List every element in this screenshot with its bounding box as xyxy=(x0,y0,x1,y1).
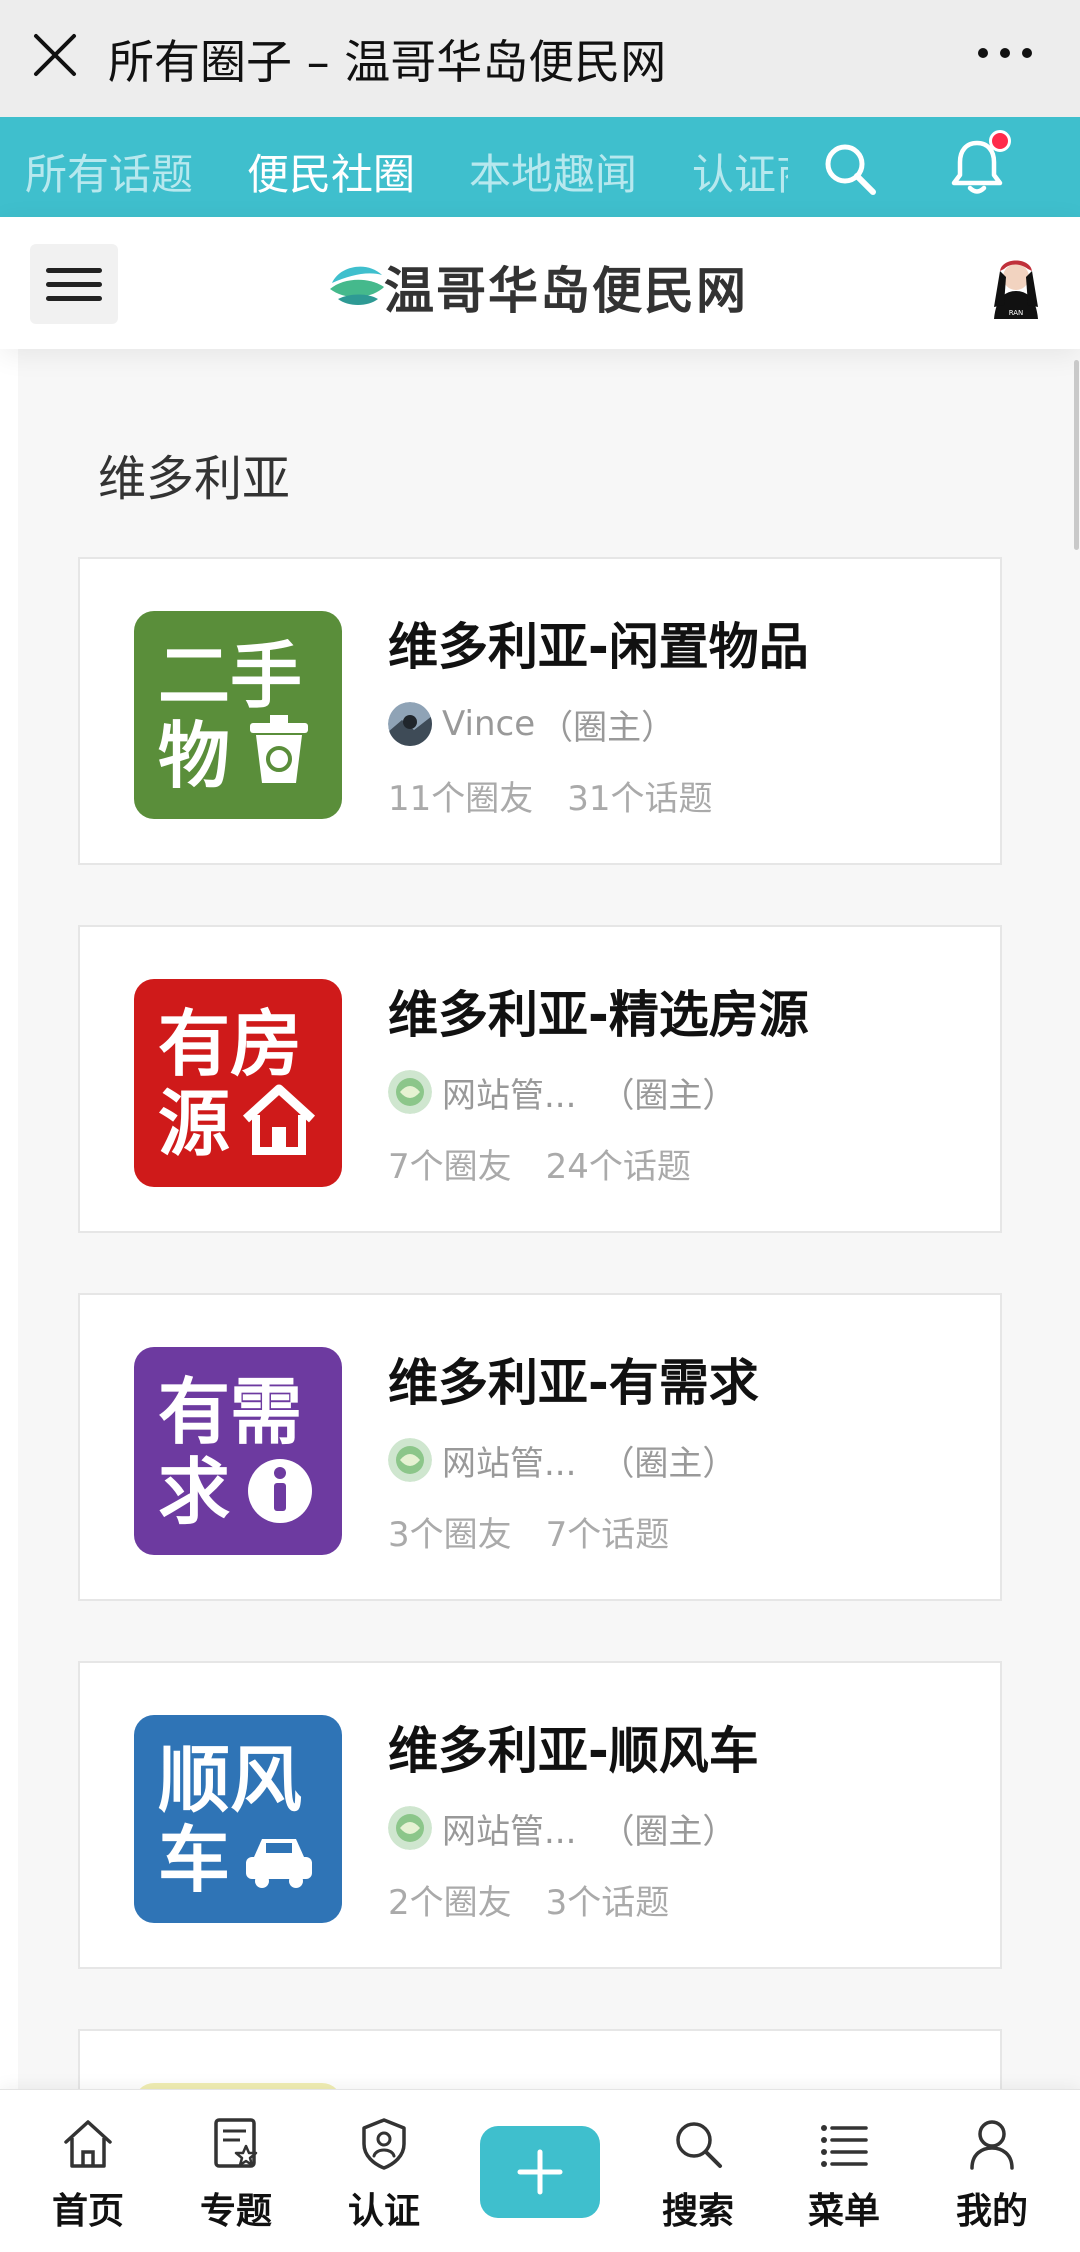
site-logo-text[interactable]: 温哥华岛便民网 xyxy=(384,251,748,323)
topic-icon xyxy=(214,2118,258,2168)
nav-label: 首页 xyxy=(51,2191,124,2232)
svg-text:求: 求 xyxy=(158,1450,230,1534)
topic-count: 24个话题 xyxy=(545,1147,691,1187)
circle-stats: 2个圈友 3个话题 xyxy=(388,1875,669,1924)
nav-menu[interactable]: 菜单 xyxy=(784,2116,904,2236)
circle-icon: 有需 求 xyxy=(134,1347,342,1555)
tab-community[interactable]: 便民社圈 xyxy=(247,141,415,202)
circle-title[interactable]: 维多利亚-精选房源 xyxy=(388,975,809,1047)
owner-role: （圈主） xyxy=(600,1811,737,1852)
circle-card[interactable]: 有房 源 维多利亚-精选房源 网站管... （圈主） 7个圈友 24个话题 xyxy=(78,925,1002,1233)
nav-profile[interactable]: 我的 xyxy=(932,2116,1052,2236)
circle-stats: 7个圈友 24个话题 xyxy=(388,1139,691,1188)
nav-label: 专题 xyxy=(199,2191,272,2232)
menu-icon xyxy=(821,2125,868,2167)
owner-avatar xyxy=(388,1438,432,1482)
svg-text:物: 物 xyxy=(158,714,230,798)
search-icon[interactable] xyxy=(820,139,880,199)
circle-icon: 有房 源 xyxy=(134,979,342,1187)
owner-avatar xyxy=(388,1806,432,1850)
owner-role: （圈主） xyxy=(600,1443,737,1484)
circle-icon: 顺风 车 xyxy=(134,1715,342,1923)
category-tabs: 所有话题 便民社圈 本地趣闻 认证商家 xyxy=(0,117,1080,217)
member-count: 2个圈友 xyxy=(388,1883,512,1923)
circle-stats: 11个圈友 31个话题 xyxy=(388,771,713,820)
tab-all-topics[interactable]: 所有话题 xyxy=(25,141,193,202)
owner-role: （圈主） xyxy=(539,707,676,748)
nav-label: 菜单 xyxy=(807,2191,880,2232)
wechat-top-bar: 所有圈子 – 温哥华岛便民网 xyxy=(0,0,1080,117)
circle-icon: 二手 物 xyxy=(134,611,342,819)
notification-dot xyxy=(989,130,1011,152)
circle-card[interactable]: 有需 求 维多利亚-有需求 网站管... （圈主） 3个圈友 7个话题 xyxy=(78,1293,1002,1601)
nav-label: 搜索 xyxy=(661,2191,734,2232)
info-icon xyxy=(248,1459,312,1523)
owner-avatar xyxy=(388,702,432,746)
section-title: 维多利亚 xyxy=(98,451,291,507)
circle-owner: 网站管... （圈主） xyxy=(388,1436,737,1485)
svg-text:有房: 有房 xyxy=(158,1002,302,1086)
nav-label: 我的 xyxy=(955,2191,1028,2232)
site-header: 温哥华岛便民网 RAN xyxy=(0,217,1080,349)
tab-local-news[interactable]: 本地趣闻 xyxy=(469,141,637,202)
member-count: 11个圈友 xyxy=(388,779,534,819)
topic-count: 3个话题 xyxy=(545,1883,670,1923)
owner-avatar xyxy=(388,1070,432,1114)
verify-icon xyxy=(362,2118,406,2170)
tab-verified[interactable]: 认证商家 xyxy=(692,141,788,202)
owner-name[interactable]: 网站管... xyxy=(442,1436,576,1485)
svg-text:有需: 有需 xyxy=(158,1370,302,1454)
circle-title[interactable]: 维多利亚-有需求 xyxy=(388,1343,759,1415)
topic-count: 31个话题 xyxy=(567,779,713,819)
circle-card[interactable]: 顺风 车 维多利亚-顺风车 网站管... （圈主） 2个圈友 3个话题 xyxy=(78,1661,1002,1969)
nav-verify[interactable]: 认证 xyxy=(324,2116,444,2236)
circle-owner: Vince （圈主） xyxy=(388,701,676,748)
owner-name[interactable]: Vince xyxy=(442,704,535,744)
home-icon xyxy=(64,2120,112,2168)
search-icon xyxy=(676,2122,722,2168)
member-count: 3个圈友 xyxy=(388,1515,512,1555)
circle-owner: 网站管... （圈主） xyxy=(388,1804,737,1853)
svg-text:车: 车 xyxy=(158,1818,230,1902)
close-icon[interactable] xyxy=(30,30,80,80)
circle-owner: 网站管... （圈主） xyxy=(388,1068,737,1117)
user-avatar[interactable]: RAN xyxy=(980,247,1052,319)
svg-text:源: 源 xyxy=(158,1082,230,1166)
circle-stats: 3个圈友 7个话题 xyxy=(388,1507,669,1556)
circle-card[interactable]: 二手 物 维多利亚-闲置物品 Vince （圈主） 11个圈友 31个话题 xyxy=(78,557,1002,865)
owner-name[interactable]: 网站管... xyxy=(442,1068,576,1117)
svg-text:RAN: RAN xyxy=(1009,309,1024,317)
site-logo-icon xyxy=(330,266,384,305)
circle-title[interactable]: 维多利亚-闲置物品 xyxy=(388,607,809,679)
plus-icon xyxy=(517,2149,563,2195)
scrollbar[interactable] xyxy=(1074,360,1079,550)
nav-label: 认证 xyxy=(347,2191,420,2232)
user-icon xyxy=(970,2120,1014,2170)
nav-topics[interactable]: 专题 xyxy=(176,2116,296,2236)
owner-role: （圈主） xyxy=(600,1075,737,1116)
nav-search[interactable]: 搜索 xyxy=(638,2116,758,2236)
member-count: 7个圈友 xyxy=(388,1147,512,1187)
owner-name[interactable]: 网站管... xyxy=(442,1804,576,1853)
hamburger-menu-button[interactable] xyxy=(30,244,118,324)
content-area: 维多利亚 二手 物 维多利亚-闲置物品 Vince （圈主） 11个圈友 31个… xyxy=(18,349,1080,2109)
nav-home[interactable]: 首页 xyxy=(28,2116,148,2236)
add-post-button[interactable] xyxy=(480,2126,600,2218)
circle-title[interactable]: 维多利亚-顺风车 xyxy=(388,1711,759,1783)
bottom-navigation: 首页 专题 认证 搜索 菜单 我的 xyxy=(0,2089,1080,2252)
window-title: 所有圈子 – 温哥华岛便民网 xyxy=(108,35,667,89)
topic-count: 7个话题 xyxy=(545,1515,670,1555)
svg-text:二手: 二手 xyxy=(158,634,302,718)
svg-text:顺风: 顺风 xyxy=(158,1738,302,1822)
more-icon[interactable] xyxy=(975,38,1035,68)
